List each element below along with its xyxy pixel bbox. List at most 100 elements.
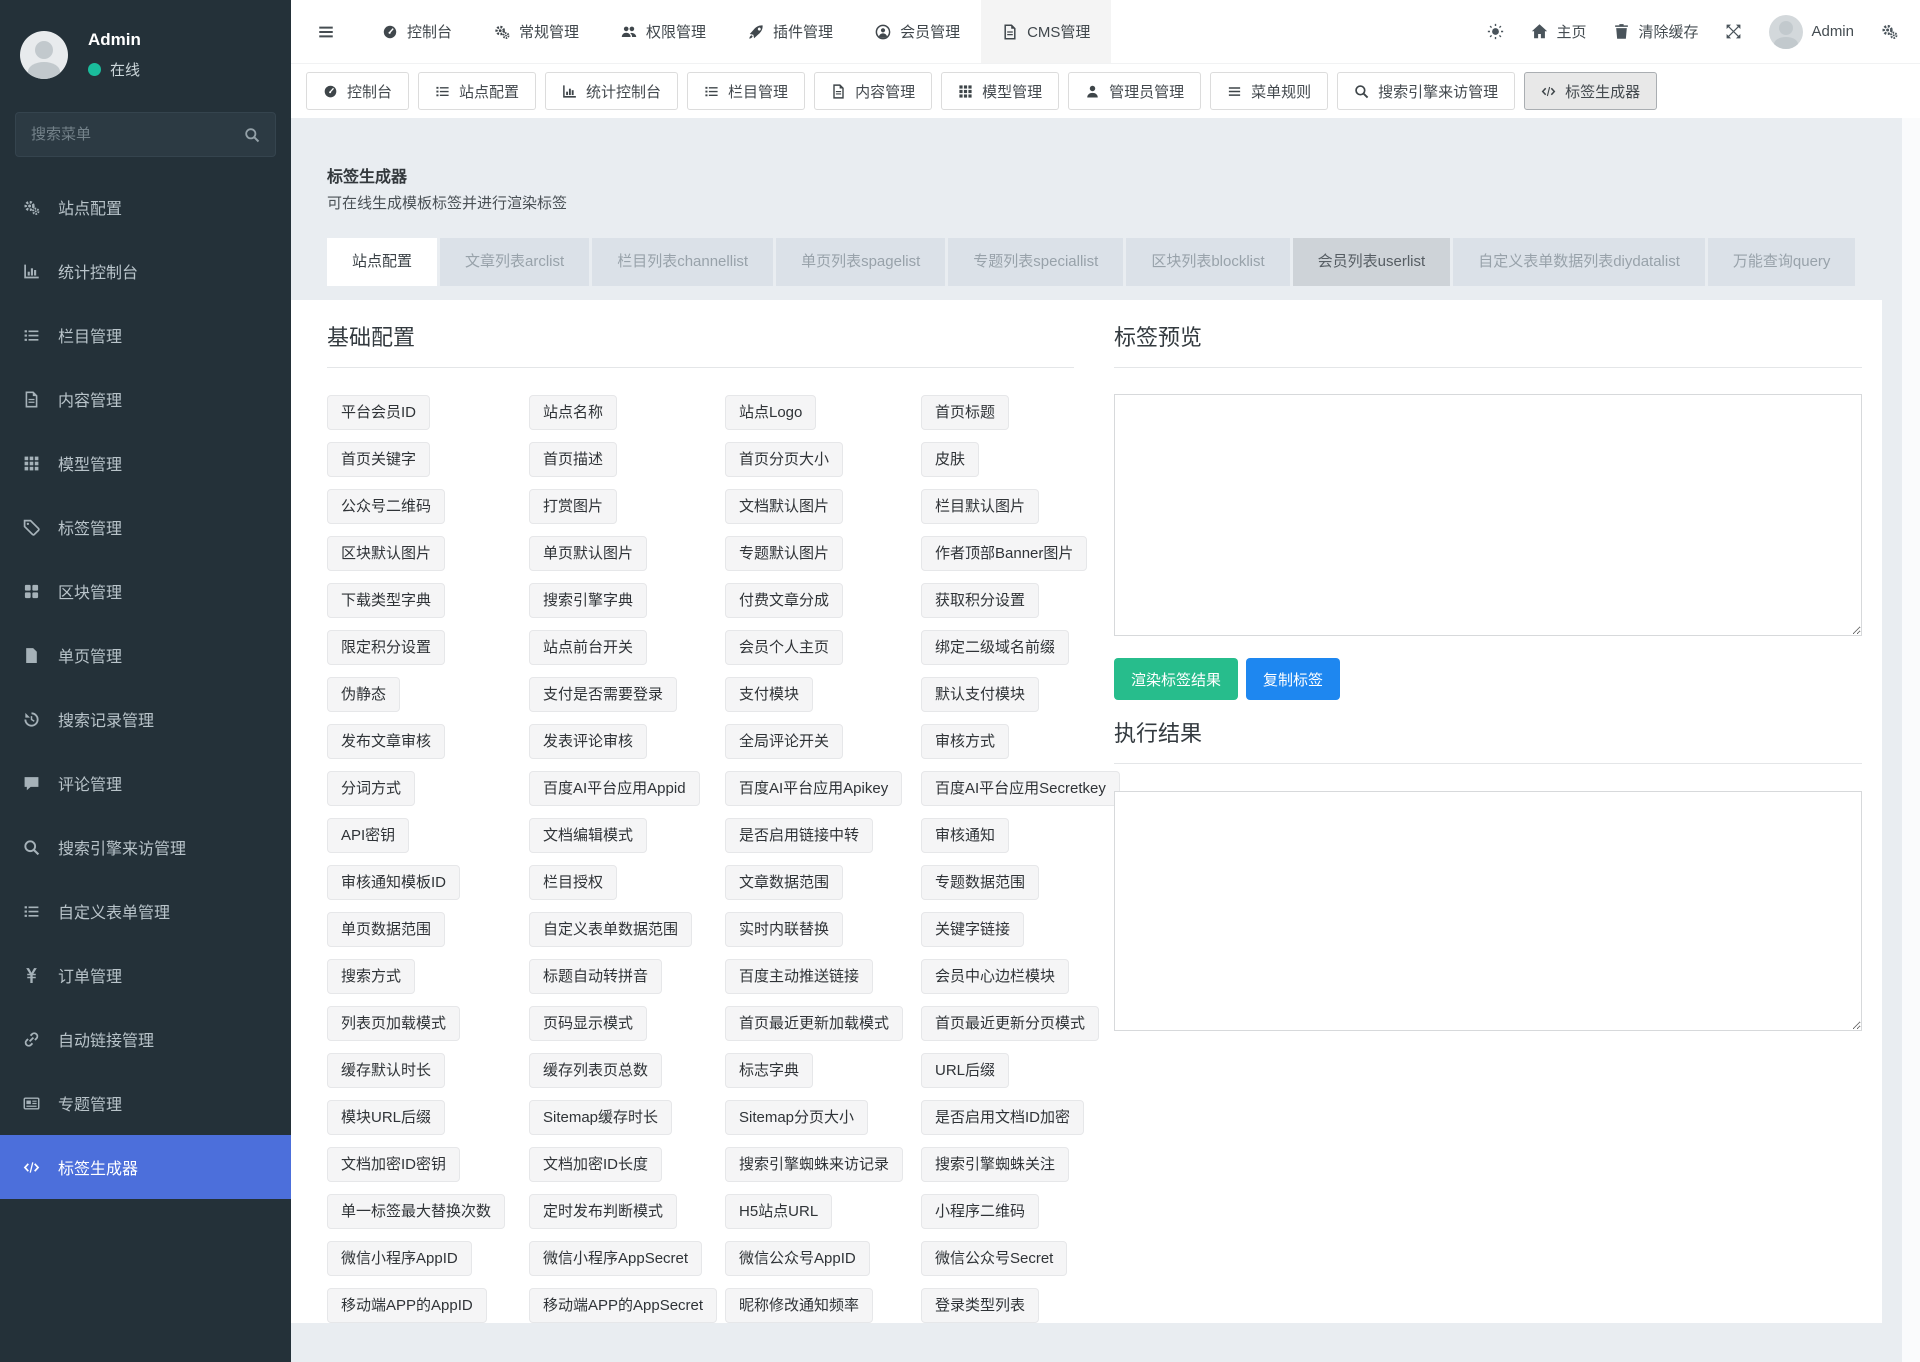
user-menu[interactable]: Admin bbox=[1769, 15, 1854, 49]
tag-button[interactable]: 文章数据范围 bbox=[725, 865, 843, 900]
tag-button[interactable]: 发表评论审核 bbox=[529, 724, 647, 759]
toolbar-button[interactable]: 栏目管理 bbox=[687, 72, 805, 110]
tag-button[interactable]: 模块URL后缀 bbox=[327, 1100, 445, 1135]
tag-button[interactable]: 审核方式 bbox=[921, 724, 1009, 759]
tag-button[interactable]: 平台会员ID bbox=[327, 395, 430, 430]
tag-button[interactable]: 会员个人主页 bbox=[725, 630, 843, 665]
tag-button[interactable]: 标题自动转拼音 bbox=[529, 959, 662, 994]
tag-button[interactable]: Sitemap分页大小 bbox=[725, 1100, 868, 1135]
sidebar-item[interactable]: 统计控制台 bbox=[0, 239, 291, 303]
tag-button[interactable]: Sitemap缓存时长 bbox=[529, 1100, 672, 1135]
tag-button[interactable]: 是否启用链接中转 bbox=[725, 818, 873, 853]
tab[interactable]: 站点配置 bbox=[327, 238, 437, 286]
sidebar-item[interactable]: 专题管理 bbox=[0, 1071, 291, 1135]
tag-button[interactable]: 获取积分设置 bbox=[921, 583, 1039, 618]
menu-search-input[interactable] bbox=[31, 126, 244, 143]
sidebar-item[interactable]: 搜索引擎来访管理 bbox=[0, 815, 291, 879]
tag-button[interactable]: 实时内联替换 bbox=[725, 912, 843, 947]
tag-button[interactable]: 首页描述 bbox=[529, 442, 617, 477]
topnav-item[interactable]: 控制台 bbox=[361, 0, 473, 63]
tag-button[interactable]: 关键字链接 bbox=[921, 912, 1024, 947]
toolbar-button[interactable]: 搜索引擎来访管理 bbox=[1337, 72, 1515, 110]
tab[interactable]: 文章列表arclist bbox=[440, 238, 589, 286]
avatar[interactable] bbox=[20, 31, 68, 79]
tag-button[interactable]: 百度AI平台应用Apikey bbox=[725, 771, 902, 806]
toolbar-button[interactable]: 站点配置 bbox=[418, 72, 536, 110]
toolbar-button[interactable]: 标签生成器 bbox=[1524, 72, 1657, 110]
tag-button[interactable]: 单一标签最大替换次数 bbox=[327, 1194, 505, 1229]
tag-button[interactable]: 标志字典 bbox=[725, 1053, 813, 1088]
tag-button[interactable]: 缓存默认时长 bbox=[327, 1053, 445, 1088]
tab[interactable]: 自定义表单数据列表diydatalist bbox=[1453, 238, 1705, 286]
tag-button[interactable]: 站点Logo bbox=[725, 395, 816, 430]
tag-button[interactable]: 支付是否需要登录 bbox=[529, 677, 677, 712]
tag-button[interactable]: API密钥 bbox=[327, 818, 409, 853]
tag-preview-textarea[interactable] bbox=[1114, 394, 1862, 636]
tag-button[interactable]: 打赏图片 bbox=[529, 489, 617, 524]
topnav-item[interactable]: 会员管理 bbox=[854, 0, 981, 63]
clear-cache-button[interactable]: 清除缓存 bbox=[1613, 21, 1698, 42]
tag-button[interactable]: 搜索方式 bbox=[327, 959, 415, 994]
tag-button[interactable]: 微信公众号AppID bbox=[725, 1241, 870, 1276]
tag-button[interactable]: 区块默认图片 bbox=[327, 536, 445, 571]
tag-button[interactable]: 是否启用文档ID加密 bbox=[921, 1100, 1084, 1135]
sidebar-item[interactable]: 内容管理 bbox=[0, 367, 291, 431]
tag-button[interactable]: 分词方式 bbox=[327, 771, 415, 806]
tag-button[interactable]: 首页分页大小 bbox=[725, 442, 843, 477]
toolbar-button[interactable]: 统计控制台 bbox=[545, 72, 678, 110]
tag-button[interactable]: 伪静态 bbox=[327, 677, 400, 712]
tag-button[interactable]: 站点名称 bbox=[529, 395, 617, 430]
tag-button[interactable]: H5站点URL bbox=[725, 1194, 832, 1229]
render-tag-button[interactable]: 渲染标签结果 bbox=[1114, 658, 1238, 700]
tag-button[interactable]: 审核通知 bbox=[921, 818, 1009, 853]
tag-button[interactable]: 移动端APP的AppSecret bbox=[529, 1288, 717, 1323]
tab[interactable]: 栏目列表channellist bbox=[592, 238, 773, 286]
tag-button[interactable]: 首页关键字 bbox=[327, 442, 430, 477]
tag-button[interactable]: 昵称修改通知频率 bbox=[725, 1288, 873, 1323]
tag-button[interactable]: 首页最近更新分页模式 bbox=[921, 1006, 1099, 1041]
topnav-item[interactable]: 权限管理 bbox=[600, 0, 727, 63]
sidebar-item[interactable]: 自定义表单管理 bbox=[0, 879, 291, 943]
sidebar-item[interactable]: 栏目管理 bbox=[0, 303, 291, 367]
tab[interactable]: 单页列表spagelist bbox=[776, 238, 945, 286]
tag-button[interactable]: 移动端APP的AppID bbox=[327, 1288, 487, 1323]
tag-button[interactable]: 限定积分设置 bbox=[327, 630, 445, 665]
home-button[interactable]: 主页 bbox=[1531, 21, 1586, 42]
sidebar-item[interactable]: 模型管理 bbox=[0, 431, 291, 495]
tag-button[interactable]: 单页数据范围 bbox=[327, 912, 445, 947]
tag-button[interactable]: 定时发布判断模式 bbox=[529, 1194, 677, 1229]
tag-button[interactable]: 百度主动推送链接 bbox=[725, 959, 873, 994]
topnav-item[interactable]: CMS管理 bbox=[981, 0, 1111, 63]
settings-gear-icon[interactable] bbox=[1881, 23, 1898, 40]
tag-button[interactable]: URL后缀 bbox=[921, 1053, 1009, 1088]
tag-button[interactable]: 审核通知模板ID bbox=[327, 865, 460, 900]
tag-button[interactable]: 自定义表单数据范围 bbox=[529, 912, 692, 947]
sidebar-item[interactable]: 订单管理 bbox=[0, 943, 291, 1007]
tag-button[interactable]: 文档加密ID长度 bbox=[529, 1147, 662, 1182]
hamburger-menu-icon[interactable] bbox=[291, 0, 361, 63]
tag-button[interactable]: 作者顶部Banner图片 bbox=[921, 536, 1087, 571]
tag-button[interactable]: 微信小程序AppSecret bbox=[529, 1241, 702, 1276]
tag-button[interactable]: 搜索引擎蜘蛛来访记录 bbox=[725, 1147, 903, 1182]
tag-button[interactable]: 会员中心边栏模块 bbox=[921, 959, 1069, 994]
tag-button[interactable]: 微信公众号Secret bbox=[921, 1241, 1067, 1276]
tag-button[interactable]: 皮肤 bbox=[921, 442, 979, 477]
tag-button[interactable]: 页码显示模式 bbox=[529, 1006, 647, 1041]
tag-button[interactable]: 单页默认图片 bbox=[529, 536, 647, 571]
tag-button[interactable]: 发布文章审核 bbox=[327, 724, 445, 759]
tag-button[interactable]: 下载类型字典 bbox=[327, 583, 445, 618]
tag-button[interactable]: 百度AI平台应用Secretkey bbox=[921, 771, 1120, 806]
tag-button[interactable]: 文档编辑模式 bbox=[529, 818, 647, 853]
tag-button[interactable]: 栏目授权 bbox=[529, 865, 617, 900]
scrollbar-track[interactable] bbox=[1902, 64, 1920, 1362]
fullscreen-icon[interactable] bbox=[1725, 23, 1742, 40]
tag-button[interactable]: 栏目默认图片 bbox=[921, 489, 1039, 524]
tag-button[interactable]: 百度AI平台应用Appid bbox=[529, 771, 700, 806]
tag-button[interactable]: 缓存列表页总数 bbox=[529, 1053, 662, 1088]
toolbar-button[interactable]: 内容管理 bbox=[814, 72, 932, 110]
tag-button[interactable]: 文档默认图片 bbox=[725, 489, 843, 524]
tag-button[interactable]: 小程序二维码 bbox=[921, 1194, 1039, 1229]
tab[interactable]: 万能查询query bbox=[1708, 238, 1856, 286]
sidebar-item[interactable]: 标签管理 bbox=[0, 495, 291, 559]
toolbar-button[interactable]: 控制台 bbox=[306, 72, 409, 110]
